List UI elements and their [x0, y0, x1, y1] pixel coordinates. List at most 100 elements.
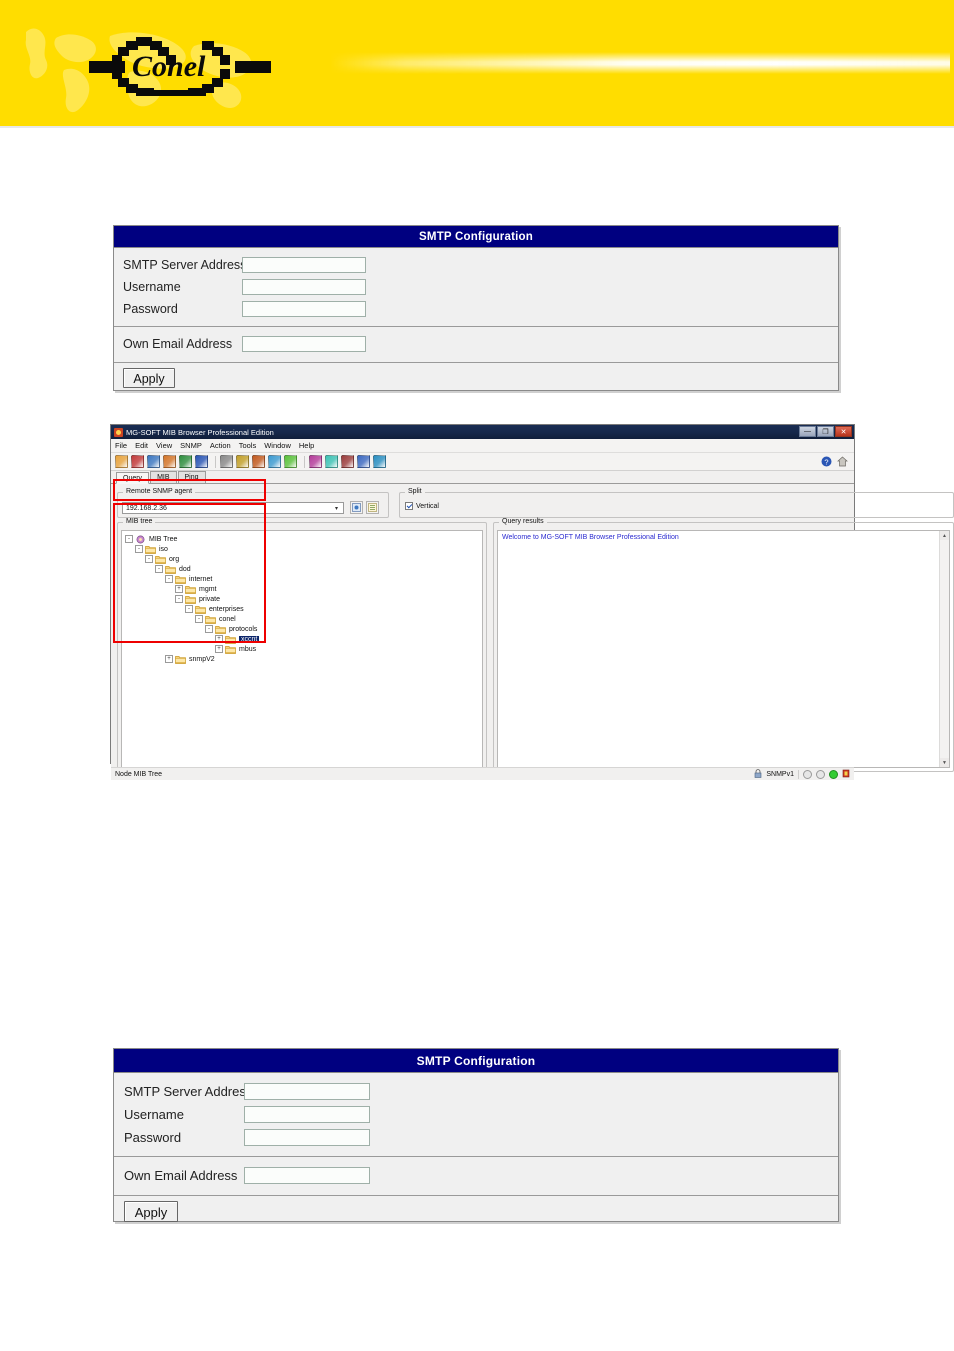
smtp-server-address-label: SMTP Server Address: [123, 258, 247, 272]
tab-mib[interactable]: MIB: [150, 471, 177, 483]
checkbox-icon[interactable]: [405, 502, 413, 510]
mib-tree-node-label: protocols: [229, 625, 258, 633]
menu-action[interactable]: Action: [210, 441, 231, 450]
mib-tree-node[interactable]: + snmpV2: [125, 654, 482, 664]
tree-collapse-icon[interactable]: -: [135, 545, 143, 553]
tree-collapse-icon[interactable]: -: [145, 555, 153, 563]
apply-button-2[interactable]: Apply: [124, 1201, 178, 1222]
trap-icon[interactable]: [268, 455, 281, 468]
export-icon[interactable]: [357, 455, 370, 468]
settings-gear-icon[interactable]: [309, 455, 322, 468]
smtp-username-input[interactable]: [242, 279, 366, 295]
table-icon[interactable]: [220, 455, 233, 468]
tree-expand-icon[interactable]: +: [215, 635, 223, 643]
globe-icon[interactable]: [179, 455, 192, 468]
tree-collapse-icon[interactable]: -: [165, 575, 173, 583]
smtp-own-email-input-2[interactable]: [244, 1167, 370, 1184]
tree-expand-icon[interactable]: +: [165, 655, 173, 663]
chart-icon[interactable]: [236, 455, 249, 468]
multi-color-icon[interactable]: [284, 455, 297, 468]
tab-query[interactable]: Query: [116, 472, 150, 484]
mib-tree-node[interactable]: - MIB Tree: [125, 534, 482, 544]
tree-collapse-icon[interactable]: -: [195, 615, 203, 623]
mib-statusbar: Node MIB Tree SNMPv1: [111, 767, 854, 780]
mib-tree-node[interactable]: - iso: [125, 544, 482, 554]
query-results-vertical-scrollbar[interactable]: ▲ ▼: [939, 531, 949, 767]
apply-button[interactable]: Apply: [123, 368, 175, 388]
menu-snmp[interactable]: SNMP: [180, 441, 202, 450]
compile-mib-icon[interactable]: [252, 455, 265, 468]
menu-file[interactable]: File: [115, 441, 127, 450]
mib-tree-panel[interactable]: - MIB Tree - iso - org - dod - internet + mgmt - priv…: [121, 530, 483, 768]
help-globe-icon[interactable]: ?: [821, 456, 832, 469]
mib-window-titlebar[interactable]: MG-SOFT MIB Browser Professional Edition…: [111, 425, 854, 439]
mib-tree-node[interactable]: - private: [125, 594, 482, 604]
menu-window[interactable]: Window: [264, 441, 291, 450]
folder-icon: [225, 645, 236, 654]
mib-tree-node[interactable]: + xccnt: [125, 634, 482, 644]
tree-collapse-icon[interactable]: -: [125, 535, 133, 543]
smtp-email-section-2: Own Email Address: [114, 1157, 838, 1196]
query-results-panel[interactable]: Welcome to MG-SOFT MIB Browser Professio…: [497, 530, 950, 768]
smtp-panel-title: SMTP Configuration: [114, 226, 838, 248]
ping-agent-button[interactable]: [350, 501, 363, 514]
smtp-server-address-input[interactable]: [242, 257, 366, 273]
tools-icon[interactable]: [163, 455, 176, 468]
restore-button[interactable]: ❐: [817, 426, 834, 437]
split-vertical-checkbox-row[interactable]: Vertical: [405, 502, 439, 510]
mib-tree-node[interactable]: + mbus: [125, 644, 482, 654]
mib-toolbar-right-group: ?: [821, 456, 848, 469]
home-icon[interactable]: [837, 456, 848, 469]
mib-tree-node[interactable]: - protocols: [125, 624, 482, 634]
mib-tree-node[interactable]: - dod: [125, 564, 482, 574]
split-group: Split Vertical: [399, 488, 954, 518]
smtp-own-email-input[interactable]: [242, 336, 366, 352]
tree-collapse-icon[interactable]: -: [205, 625, 213, 633]
split-vertical-label: Vertical: [416, 502, 439, 510]
tree-expand-icon[interactable]: +: [215, 645, 223, 653]
smtp-password-input-2[interactable]: [244, 1129, 370, 1146]
open-mib-icon[interactable]: [115, 455, 128, 468]
chevron-down-icon[interactable]: ▾: [331, 504, 342, 512]
mib-tree-node-label: iso: [159, 545, 168, 553]
import-icon[interactable]: [373, 455, 386, 468]
conel-logo-text: Conel: [132, 50, 206, 83]
globe-clock-icon[interactable]: [147, 455, 160, 468]
query-icon[interactable]: [131, 455, 144, 468]
smtp-panel-title-2: SMTP Configuration: [114, 1049, 838, 1073]
mib-tree-node[interactable]: - internet: [125, 574, 482, 584]
smtp-server-address-input-2[interactable]: [244, 1083, 370, 1100]
folder-icon: [195, 605, 206, 614]
tree-expand-icon[interactable]: +: [175, 585, 183, 593]
status-led-3: [829, 769, 838, 779]
menu-help[interactable]: Help: [299, 441, 314, 450]
mib-tree-node[interactable]: - conel: [125, 614, 482, 624]
trap-receiver-icon[interactable]: [842, 769, 850, 780]
minimize-button[interactable]: —: [799, 426, 816, 437]
mib-tree-node[interactable]: - org: [125, 554, 482, 564]
close-button[interactable]: ✕: [835, 426, 852, 437]
tree-collapse-icon[interactable]: -: [185, 605, 193, 613]
lock-icon: [754, 768, 762, 780]
menu-tools[interactable]: Tools: [239, 441, 257, 450]
mib-tree-node[interactable]: - enterprises: [125, 604, 482, 614]
smtp-username-input-2[interactable]: [244, 1106, 370, 1123]
folder-icon: [185, 585, 196, 594]
scroll-down-arrow-icon[interactable]: ▼: [940, 758, 949, 767]
tree-collapse-icon[interactable]: -: [175, 595, 183, 603]
refresh-icon[interactable]: [325, 455, 338, 468]
smtp-password-input[interactable]: [242, 301, 366, 317]
remote-snmp-agent-combobox[interactable]: 192.168.2.36 ▾: [122, 502, 344, 514]
agent-properties-button[interactable]: [366, 501, 379, 514]
monitor-icon[interactable]: [341, 455, 354, 468]
smtp-email-section: Own Email Address: [114, 327, 838, 363]
scroll-up-arrow-icon[interactable]: ▲: [940, 531, 949, 540]
mib-tree-node[interactable]: + mgmt: [125, 584, 482, 594]
info-icon[interactable]: [195, 455, 208, 468]
smtp-password-row: Password: [114, 298, 838, 320]
menu-view[interactable]: View: [156, 441, 172, 450]
menu-edit[interactable]: Edit: [135, 441, 148, 450]
tab-ping[interactable]: Ping: [177, 471, 206, 483]
smtp-actions-section-2: Apply: [114, 1196, 838, 1230]
tree-collapse-icon[interactable]: -: [155, 565, 163, 573]
